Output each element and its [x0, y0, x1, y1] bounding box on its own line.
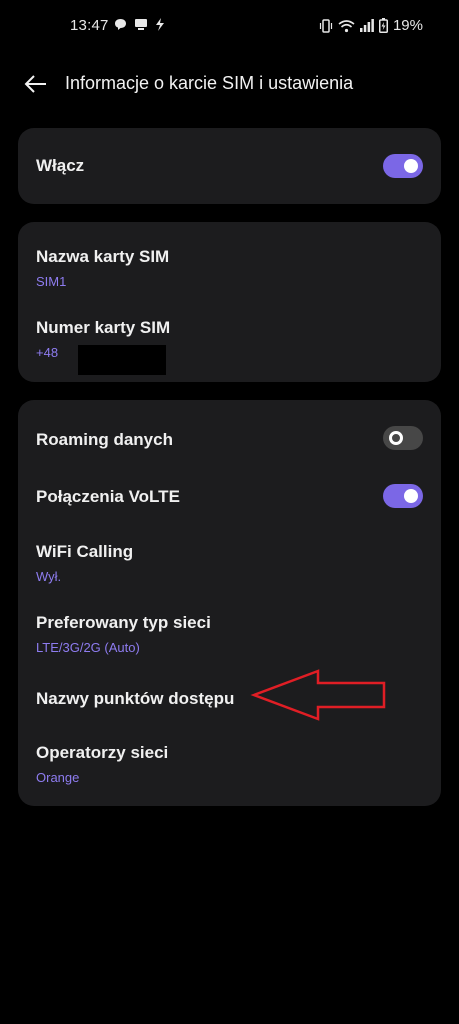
- flash-icon: [156, 18, 164, 31]
- message-icon: [115, 19, 126, 30]
- screen: 13:47 19% Informacje o karcie SIM i usta…: [0, 0, 459, 1024]
- notification-icons: [114, 18, 165, 31]
- back-button[interactable]: [22, 70, 50, 98]
- operators-row[interactable]: Operatorzy sieci Orange: [36, 743, 423, 785]
- sim-info-card: Nazwa karty SIM SIM1 Numer karty SIM +48: [18, 222, 441, 382]
- network-type-row[interactable]: Preferowany typ sieci LTE/3G/2G (Auto): [36, 613, 423, 655]
- enable-label: Włącz: [36, 156, 85, 175]
- redacted-number-block: [78, 345, 166, 375]
- volte-toggle[interactable]: [383, 484, 423, 508]
- wifi-calling-label: WiFi Calling: [36, 542, 134, 561]
- volte-row[interactable]: Połączenia VoLTE: [36, 487, 423, 507]
- battery-icon: [378, 18, 388, 33]
- network-type-value: LTE/3G/2G (Auto): [36, 640, 140, 655]
- enable-row[interactable]: Włącz: [36, 156, 423, 176]
- wifi-icon: [338, 19, 355, 32]
- arrow-left-icon: [24, 75, 46, 93]
- status-time: 13:47: [70, 17, 109, 34]
- network-settings-card: Roaming danych Połączenia VoLTE WiFi Cal…: [18, 400, 441, 806]
- network-type-label: Preferowany typ sieci: [36, 613, 211, 632]
- status-bar: 13:47 19%: [0, 0, 459, 54]
- operators-value: Orange: [36, 770, 80, 785]
- sim-name-value: SIM1: [36, 274, 67, 289]
- system-icons: 19%: [319, 17, 423, 34]
- sim-name-row[interactable]: Nazwa karty SIM SIM1: [36, 247, 423, 289]
- app-bar: Informacje o karcie SIM i ustawienia: [0, 64, 459, 104]
- roaming-row[interactable]: Roaming danych: [36, 430, 423, 450]
- roaming-toggle[interactable]: [383, 426, 423, 450]
- enable-toggle[interactable]: [383, 154, 423, 178]
- volte-label: Połączenia VoLTE: [36, 487, 180, 506]
- operators-label: Operatorzy sieci: [36, 743, 169, 762]
- page-title: Informacje o karcie SIM i ustawienia: [65, 73, 354, 93]
- toggle-knob: [389, 431, 403, 445]
- enable-card: Włącz: [18, 128, 441, 204]
- battery-percent: 19%: [392, 17, 423, 34]
- wifi-calling-row[interactable]: WiFi Calling Wył.: [36, 542, 423, 584]
- vibrate-icon: [319, 18, 333, 33]
- signal-icon: [359, 19, 374, 32]
- sim-name-label: Nazwa karty SIM: [36, 247, 170, 266]
- sim-number-row[interactable]: Numer karty SIM +48: [36, 318, 423, 375]
- apn-label: Nazwy punktów dostępu: [36, 689, 235, 708]
- apn-row[interactable]: Nazwy punktów dostępu: [36, 689, 423, 709]
- sim-number-label: Numer karty SIM: [36, 318, 171, 337]
- toggle-knob: [404, 489, 418, 503]
- cast-icon: [135, 19, 147, 30]
- roaming-label: Roaming danych: [36, 430, 173, 449]
- toggle-knob: [404, 159, 418, 173]
- wifi-calling-value: Wył.: [36, 569, 62, 584]
